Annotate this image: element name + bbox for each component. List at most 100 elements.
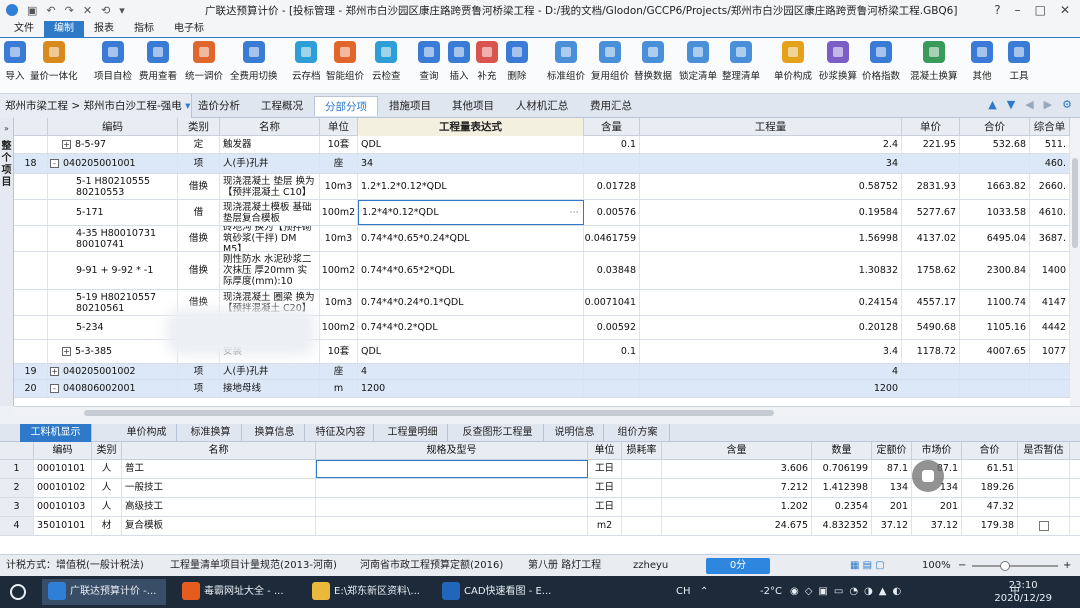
ribbon-button[interactable]: 砂浆换算: [819, 41, 857, 82]
collapse-icon[interactable]: -: [50, 384, 59, 393]
cell-expr[interactable]: 1.2*4*0.12*QDL ⋯: [358, 200, 584, 225]
tab-6[interactable]: 人材机汇总: [504, 96, 580, 116]
detail-tab-1[interactable]: 工料机显示: [20, 424, 92, 442]
cell-expr[interactable]: 34: [358, 154, 584, 173]
table-row[interactable]: +8-5-97 定 触发器 10套 QDL 0.1 2.4 221.95 532.68 511.: [14, 136, 1070, 154]
header-6[interactable]: 含量: [584, 118, 640, 136]
cell-expr[interactable]: 0.74*4*0.65*0.24*QDL: [358, 226, 584, 251]
expand-panel-icon[interactable]: »: [0, 124, 13, 133]
maximize-icon[interactable]: □: [1035, 3, 1046, 17]
tab-4[interactable]: 措施项目: [378, 96, 442, 116]
cell-expr[interactable]: 1.2*1.2*0.12*QDL: [358, 174, 584, 199]
detail-tab-7[interactable]: 反查图形工程量: [452, 424, 544, 442]
header-1[interactable]: 编码: [48, 118, 178, 136]
dropdown-icon[interactable]: ▾: [119, 4, 125, 17]
table-row[interactable]: 5-1 H80210555 80210553 借换 现浇混凝土 垫层 换为【预拌混凝…: [14, 174, 1070, 200]
ribbon-button[interactable]: 插入: [448, 41, 470, 82]
clock[interactable]: 23:10 2020/12/29: [994, 579, 1052, 605]
detail-tab-2[interactable]: 单价构成: [117, 424, 177, 442]
checkbox[interactable]: [1038, 521, 1049, 531]
ribbon-button[interactable]: 智能组价: [326, 41, 364, 82]
lheader-9[interactable]: 定额价: [872, 442, 912, 460]
ribbon-button[interactable]: 工具: [1008, 41, 1030, 82]
tab-1[interactable]: 造价分析: [188, 96, 250, 116]
side-panel-label[interactable]: 整个项目: [2, 141, 12, 189]
cell-spec[interactable]: [316, 517, 588, 535]
tab-7[interactable]: 费用汇总: [580, 96, 642, 116]
zoom-slider-handle[interactable]: [1000, 561, 1010, 571]
lheader-1[interactable]: 编码: [34, 442, 92, 460]
cell-expr[interactable]: 1200: [358, 380, 584, 397]
ribbon-button[interactable]: 价格指数: [862, 41, 900, 82]
cell-spec[interactable]: [316, 498, 588, 516]
back-icon[interactable]: ◀: [1025, 98, 1033, 111]
tab-5[interactable]: 其他项目: [442, 96, 504, 116]
ribbon-button[interactable]: 导入: [4, 41, 26, 82]
zoom-in-icon[interactable]: +: [1063, 555, 1071, 577]
table-row[interactable]: 19 +040205001002 项 人(手)孔井 座 4 4: [14, 364, 1070, 380]
detail-tab-3[interactable]: 标准换算: [180, 424, 242, 442]
ribbon-button[interactable]: 项目自检: [94, 41, 132, 82]
breadcrumb[interactable]: 郑州市梁工程 > 郑州市白沙工程-强电 ▾: [0, 94, 192, 118]
header-4[interactable]: 单位: [320, 118, 358, 136]
ribbon-button[interactable]: 整理清单: [722, 41, 760, 82]
zoom-slider[interactable]: [972, 565, 1058, 567]
ribbon-button[interactable]: 标准组价: [547, 41, 585, 82]
minimize-icon[interactable]: –: [1015, 3, 1021, 17]
ribbon-button[interactable]: 费用查看: [139, 41, 177, 82]
redo-icon[interactable]: ↷: [65, 4, 74, 17]
header-3[interactable]: 名称: [220, 118, 320, 136]
tray-icons[interactable]: ◉◇▣▭◔◑▲◐: [790, 576, 907, 608]
tray-expand-icon[interactable]: ⌃: [700, 576, 708, 608]
ribbon-button[interactable]: 其他: [971, 41, 993, 82]
score-button[interactable]: 0分: [706, 558, 770, 574]
ribbon-button[interactable]: 量价一体化: [30, 41, 78, 82]
start-icon[interactable]: [10, 584, 26, 600]
detail-tab-4[interactable]: 换算信息: [245, 424, 305, 442]
ribbon-button[interactable]: 锁定清单: [679, 41, 717, 82]
collapse-icon[interactable]: -: [50, 159, 59, 168]
ribbon-button[interactable]: 查询: [418, 41, 440, 82]
ribbon-button[interactable]: 云存档: [292, 41, 321, 82]
lheader-10[interactable]: 市场价: [912, 442, 962, 460]
header-5[interactable]: 工程量表达式: [358, 118, 584, 136]
ribbon-button[interactable]: 复用组价: [591, 41, 629, 82]
cell-expr[interactable]: QDL: [358, 340, 584, 363]
lheader-2[interactable]: 类别: [92, 442, 122, 460]
cell-expr[interactable]: 0.74*4*0.24*0.1*QDL: [358, 290, 584, 315]
detail-tab-6[interactable]: 工程量明细: [378, 424, 448, 442]
cell-est[interactable]: [1018, 517, 1070, 535]
header-10[interactable]: 综合单价: [1030, 118, 1070, 151]
lheader-7[interactable]: 含量: [662, 442, 812, 460]
lheader-12[interactable]: 是否暂估: [1018, 442, 1070, 460]
table-row[interactable]: 18-040205001001 项 人(手)孔井 座 34 34 460.: [14, 154, 1070, 174]
cell-est[interactable]: [1018, 498, 1070, 516]
header-8[interactable]: 单价: [902, 118, 960, 136]
ribbon-button[interactable]: 替换数据: [634, 41, 672, 82]
close-file-icon[interactable]: ✕: [83, 4, 92, 17]
close-icon[interactable]: ✕: [1060, 3, 1070, 17]
forward-icon[interactable]: ▶: [1044, 98, 1052, 111]
cell-expr[interactable]: 0.74*4*0.2*QDL: [358, 316, 584, 339]
table-row[interactable]: 5-171 借现浇混凝土模板 基础垫层复合模板 100m2 1.2*4*0.12*QD…: [14, 200, 1070, 226]
expand-icon[interactable]: +: [50, 367, 59, 376]
ribbon-button[interactable]: 云检查: [372, 41, 401, 82]
menu-item[interactable]: 编制: [44, 21, 84, 37]
menu-item[interactable]: 电子标: [164, 21, 214, 37]
expand-icon[interactable]: +: [62, 140, 71, 149]
cell-spec[interactable]: [316, 479, 588, 497]
cell-spec[interactable]: [316, 460, 588, 478]
undo-icon[interactable]: ↶: [46, 4, 55, 17]
detail-tab-5[interactable]: 特征及内容: [308, 424, 374, 442]
floating-assistant-icon[interactable]: [912, 460, 944, 492]
horizontal-scrollbar[interactable]: [14, 406, 1080, 418]
cell-est[interactable]: [1018, 479, 1070, 497]
ime-indicator[interactable]: CH: [676, 576, 691, 608]
taskbar-item[interactable]: E:\郑东新区资料\...: [306, 579, 430, 605]
ribbon-button[interactable]: 统一调价: [185, 41, 223, 82]
move-down-icon[interactable]: ▼: [1007, 98, 1015, 111]
more-icon[interactable]: ⋯: [570, 207, 580, 218]
header-2[interactable]: 类别: [178, 118, 220, 136]
header-9[interactable]: 合价: [960, 118, 1030, 136]
taskbar-item[interactable]: 毒霸网址大全 - ...: [176, 579, 300, 605]
